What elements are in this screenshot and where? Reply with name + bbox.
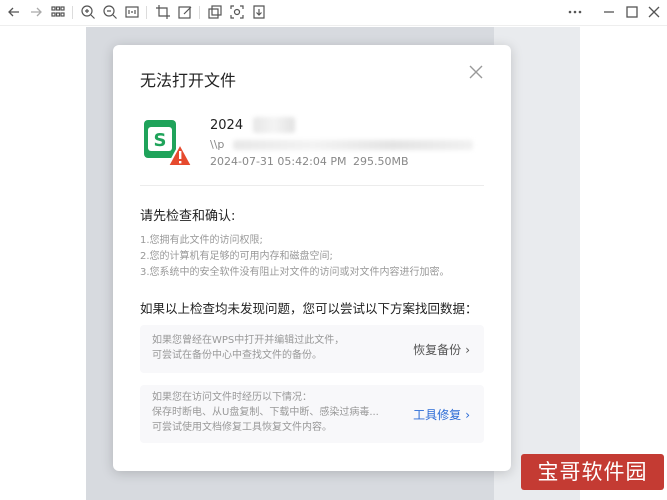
check-section-title: 请先检查和确认:: [140, 209, 236, 224]
repair-tool-label: 工具修复: [413, 408, 462, 422]
close-icon[interactable]: [646, 4, 662, 20]
repair-tool-option[interactable]: 如果您在访问文件时经历以下情况： 保存时断电、从U盘复制、下载中断、感染过病毒.…: [140, 385, 484, 443]
scan-icon[interactable]: [229, 4, 245, 20]
forward-icon[interactable]: [28, 4, 44, 20]
divider: [140, 185, 484, 186]
restore-backup-label: 恢复备份: [413, 343, 462, 357]
zoom-out-icon[interactable]: [102, 4, 118, 20]
file-name-redacted: [253, 117, 295, 133]
download-icon[interactable]: [251, 4, 267, 20]
recovery-section-title: 如果以上检查均未发现问题，您可以尝试以下方案找回数据：: [140, 301, 478, 316]
dialog-close-icon[interactable]: [467, 63, 485, 81]
repair-tool-link[interactable]: 工具修复 ›: [413, 406, 470, 423]
chevron-right-icon: ›: [465, 408, 470, 422]
copy-icon[interactable]: [207, 4, 223, 20]
edit-icon[interactable]: [177, 4, 193, 20]
option-description: 保存时断电、从U盘复制、下载中断、感染过病毒...: [152, 407, 379, 418]
toolbar: [0, 0, 667, 26]
file-name: 2024: [210, 118, 244, 133]
check-item: 1.您拥有此文件的访问权限;: [140, 235, 263, 246]
file-modified-date: 2024-07-31 05:42:04 PM: [210, 155, 347, 168]
fit-page-icon[interactable]: [124, 4, 140, 20]
minimize-icon[interactable]: [601, 4, 617, 20]
back-icon[interactable]: [6, 4, 22, 20]
dialog-title: 无法打开文件: [140, 71, 237, 90]
restore-backup-link[interactable]: 恢复备份 ›: [413, 341, 470, 358]
file-icon-letter: S: [154, 130, 167, 151]
option-description: 如果您曾经在WPS中打开并编辑过此文件，: [152, 335, 345, 346]
option-description: 可尝试在备份中心中查找文件的备份。: [152, 350, 322, 361]
more-icon[interactable]: [567, 4, 583, 20]
file-size: 295.50MB: [353, 155, 409, 168]
error-dialog: 无法打开文件 S 2024 \\p 2024-07-31 05:42:04 PM…: [113, 45, 511, 471]
chevron-right-icon: ›: [465, 343, 470, 357]
site-watermark: 宝哥软件园: [521, 454, 664, 490]
restore-backup-option[interactable]: 如果您曾经在WPS中打开并编辑过此文件， 可尝试在备份中心中查找文件的备份。 恢…: [140, 325, 484, 373]
maximize-icon[interactable]: [624, 4, 640, 20]
file-path-redacted: [233, 140, 473, 150]
option-description: 如果您在访问文件时经历以下情况：: [152, 392, 312, 403]
crop-icon[interactable]: [155, 4, 171, 20]
grid-view-icon[interactable]: [50, 4, 66, 20]
check-item: 2.您的计算机有足够的可用内存和磁盘空间;: [140, 251, 333, 262]
wps-spreadsheet-file-icon: S: [140, 118, 198, 170]
check-item: 3.您系统中的安全软件没有阻止对文件的访问或对文件内容进行加密。: [140, 267, 450, 278]
zoom-in-icon[interactable]: [80, 4, 96, 20]
option-description: 可尝试使用文档修复工具恢复文件内容。: [152, 422, 332, 433]
file-path: \\p: [210, 138, 225, 151]
